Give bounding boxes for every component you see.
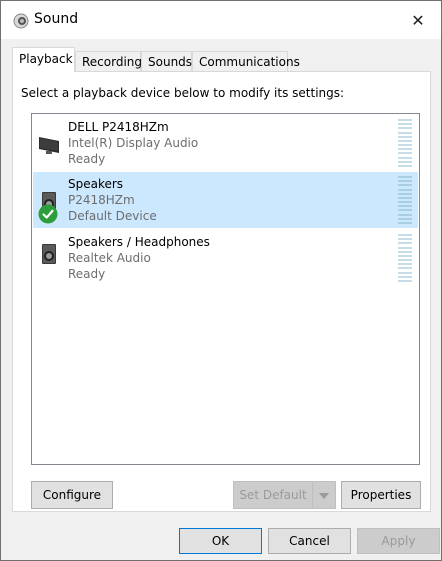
- device-status: Ready: [68, 267, 106, 281]
- device-name: Speakers: [68, 177, 124, 191]
- cancel-button[interactable]: Cancel: [268, 528, 351, 554]
- speaker-icon: [42, 244, 56, 264]
- tab-recording[interactable]: Recording: [75, 51, 142, 71]
- apply-button[interactable]: Apply: [357, 528, 440, 554]
- properties-button[interactable]: Properties: [341, 481, 421, 509]
- device-item-speakers-headphones[interactable]: Speakers / Headphones Realtek Audio Read…: [33, 230, 418, 286]
- device-item-dell[interactable]: DELL P2418HZm Intel(R) Display Audio Rea…: [33, 115, 418, 171]
- volume-meter: [398, 176, 412, 224]
- volume-meter: [398, 119, 412, 167]
- volume-meter: [398, 234, 412, 282]
- device-driver: Intel(R) Display Audio: [68, 136, 199, 150]
- device-status: Ready: [68, 152, 106, 166]
- device-name: Speakers / Headphones: [68, 235, 210, 249]
- set-default-dropdown[interactable]: [312, 481, 336, 509]
- window-title: Sound: [34, 11, 79, 27]
- title-bar: Sound ✕: [1, 1, 441, 39]
- chevron-down-icon: [319, 493, 329, 499]
- device-list[interactable]: DELL P2418HZm Intel(R) Display Audio Rea…: [31, 113, 420, 465]
- configure-button[interactable]: Configure: [31, 481, 113, 509]
- monitor-icon: [39, 137, 59, 154]
- tab-communications[interactable]: Communications: [192, 51, 300, 71]
- set-default-button[interactable]: Set Default: [233, 481, 313, 509]
- instruction-text: Select a playback device below to modify…: [21, 86, 345, 100]
- device-name: DELL P2418HZm: [68, 120, 169, 134]
- default-device-check-icon: [38, 204, 58, 224]
- device-item-speakers[interactable]: Speakers P2418HZm Default Device: [33, 172, 418, 228]
- close-button[interactable]: ✕: [395, 1, 441, 39]
- sound-dialog: Sound ✕ Playback Recording Sounds Commun…: [0, 0, 442, 561]
- speaker-title-icon: [13, 13, 29, 29]
- device-driver: P2418HZm: [68, 193, 135, 207]
- close-icon: ✕: [411, 10, 425, 30]
- device-status: Default Device: [68, 209, 157, 223]
- tab-playback[interactable]: Playback: [12, 47, 75, 72]
- device-driver: Realtek Audio: [68, 251, 151, 265]
- ok-button[interactable]: OK: [179, 528, 262, 554]
- tab-sounds[interactable]: Sounds: [141, 51, 192, 71]
